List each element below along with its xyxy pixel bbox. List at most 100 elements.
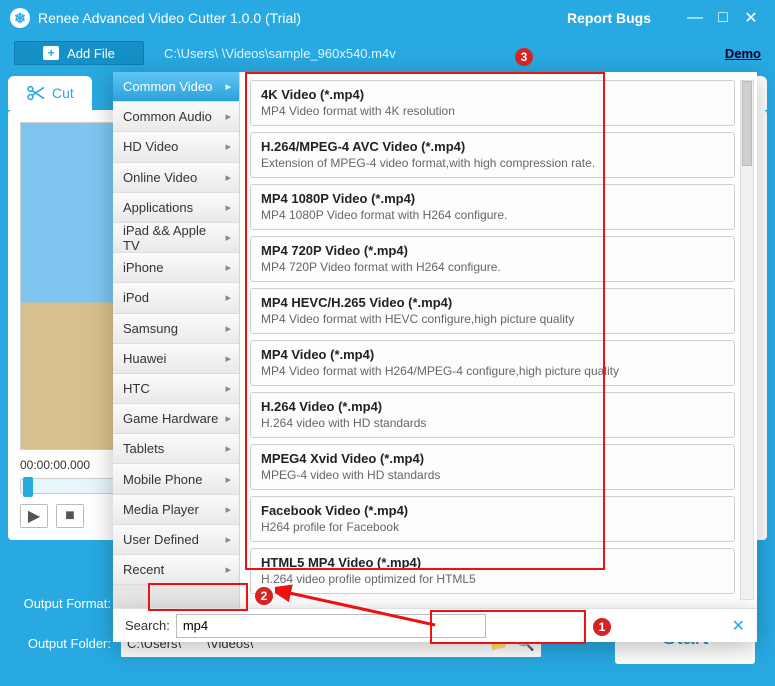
chevron-right-icon: ▸ — [225, 352, 231, 365]
format-category-label: Media Player — [123, 502, 199, 517]
format-item-title: MP4 Video (*.mp4) — [261, 347, 724, 362]
output-format-label: Output Format: — [16, 596, 111, 611]
format-item[interactable]: H.264/MPEG-4 AVC Video (*.mp4) Extension … — [250, 132, 735, 178]
format-scrollbar[interactable] — [740, 80, 754, 600]
format-category-item[interactable]: iPod▸ — [113, 283, 239, 313]
format-category-item[interactable]: Recent▸ — [113, 555, 239, 585]
format-category-item[interactable]: Game Hardware ▸ — [113, 404, 239, 434]
format-item-title: H.264/MPEG-4 AVC Video (*.mp4) — [261, 139, 724, 154]
close-button[interactable]: ✕ — [737, 8, 765, 28]
chevron-right-icon: ▸ — [225, 442, 231, 455]
format-item-desc: MPEG-4 video with HD standards — [261, 468, 724, 483]
search-input[interactable] — [176, 614, 486, 638]
format-item-desc: H264 profile for Facebook — [261, 520, 724, 535]
format-category-label: Applications — [123, 200, 193, 215]
format-results-panel: 4K Video (*.mp4) MP4 Video format with 4K… — [240, 72, 757, 608]
format-category-item[interactable]: User Defined▸ — [113, 525, 239, 555]
format-category-label: Mobile Phone — [123, 472, 203, 487]
format-category-item[interactable]: Applications ▸ — [113, 193, 239, 223]
play-button-left[interactable]: ▶ — [20, 504, 48, 528]
format-category-label: Recent — [123, 562, 164, 577]
format-category-item[interactable]: Common Video ▸ — [113, 72, 239, 102]
format-category-item[interactable]: Huawei▸ — [113, 344, 239, 374]
toolbar: + Add File C:\Users\ \Videos\sample_960x… — [0, 36, 775, 70]
format-item[interactable]: MP4 720P Video (*.mp4)MP4 720P Video for… — [250, 236, 735, 282]
format-category-label: Common Audio — [123, 109, 212, 124]
format-category-item[interactable]: Media Player ▸ — [113, 495, 239, 525]
current-file-path: C:\Users\ \Videos\sample_960x540.m4v — [164, 46, 396, 61]
maximize-button[interactable]: □ — [709, 9, 737, 27]
chevron-right-icon: ▸ — [225, 503, 231, 516]
format-category-item[interactable]: HD Video▸ — [113, 132, 239, 162]
format-item[interactable]: MPEG4 Xvid Video (*.mp4) MPEG-4 video wit… — [250, 444, 735, 490]
format-category-item[interactable]: Mobile Phone ▸ — [113, 464, 239, 494]
format-item-title: 4K Video (*.mp4) — [261, 87, 724, 102]
format-item-title: MPEG4 Xvid Video (*.mp4) — [261, 451, 724, 466]
format-category-item[interactable]: Online Video ▸ — [113, 163, 239, 193]
add-file-label: Add File — [67, 46, 115, 61]
format-category-label: iPad && Apple TV — [123, 223, 225, 253]
format-category-label: HTC — [123, 381, 150, 396]
format-category-item[interactable]: Samsung ▸ — [113, 314, 239, 344]
format-dropdown: Common Video▸Common Audio▸HD Video▸Onlin… — [113, 72, 757, 642]
format-category-label: Common Video — [123, 79, 212, 94]
format-item[interactable]: HTML5 MP4 Video (*.mp4)H.264 video profi… — [250, 548, 735, 594]
format-item-desc: Extension of MPEG-4 video format,with hi… — [261, 156, 724, 171]
format-item[interactable]: H.264 Video (*.mp4) H.264 video with HD s… — [250, 392, 735, 438]
format-category-label: Online Video — [123, 170, 197, 185]
chevron-right-icon: ▸ — [225, 140, 231, 153]
tab-cut-label: Cut — [52, 85, 74, 101]
chevron-right-icon: ▸ — [225, 473, 231, 486]
format-item[interactable]: 4K Video (*.mp4) MP4 Video format with 4K… — [250, 80, 735, 126]
chevron-right-icon: ▸ — [225, 291, 231, 304]
format-item[interactable]: Facebook Video (*.mp4) H264 profile for F… — [250, 496, 735, 542]
format-category-label: Game Hardware — [123, 411, 218, 426]
format-item-title: Facebook Video (*.mp4) — [261, 503, 724, 518]
format-category-item[interactable]: iPad && Apple TV▸ — [113, 223, 239, 253]
scrollbar-thumb[interactable] — [742, 81, 752, 166]
format-item-desc: H.264 video profile optimized for HTML5 — [261, 572, 724, 587]
chevron-right-icon: ▸ — [225, 382, 231, 395]
preview-left-time: 00:00:00.000 — [20, 458, 90, 472]
minimize-button[interactable]: — — [681, 9, 709, 27]
app-logo-icon: ❄ — [10, 8, 30, 28]
scissors-icon — [26, 85, 46, 101]
format-item[interactable]: MP4 HEVC/H.265 Video (*.mp4)MP4 Video fo… — [250, 288, 735, 334]
format-category-label: Samsung — [123, 321, 178, 336]
close-icon[interactable]: ✕ — [732, 616, 745, 636]
format-category-item[interactable]: iPhone▸ — [113, 253, 239, 283]
format-category-item[interactable]: Common Audio▸ — [113, 102, 239, 132]
chevron-right-icon: ▸ — [225, 201, 231, 214]
title-bar: ❄ Renee Advanced Video Cutter 1.0.0 (Tri… — [0, 0, 775, 36]
format-category-label: User Defined — [123, 532, 199, 547]
format-item-desc: MP4 1080P Video format with H264 configu… — [261, 208, 724, 223]
format-item-title: H.264 Video (*.mp4) — [261, 399, 724, 414]
format-category-label: Tablets — [123, 441, 164, 456]
format-item[interactable]: MP4 Video (*.mp4) MP4 Video format with H… — [250, 340, 735, 386]
format-category-label: iPhone — [123, 260, 163, 275]
format-category-item[interactable]: Tablets ▸ — [113, 434, 239, 464]
format-search-bar: Search: ✕ — [113, 608, 757, 642]
add-file-button[interactable]: + Add File — [14, 41, 144, 65]
chevron-right-icon: ▸ — [225, 171, 231, 184]
format-category-list: Common Video▸Common Audio▸HD Video▸Onlin… — [113, 72, 240, 608]
chevron-right-icon: ▸ — [225, 412, 231, 425]
format-category-item[interactable]: HTC ▸ — [113, 374, 239, 404]
format-item-desc: MP4 Video format with H264/MPEG-4 config… — [261, 364, 724, 379]
format-item-desc: MP4 Video format with HEVC configure,hig… — [261, 312, 724, 327]
report-bugs-link[interactable]: Report Bugs — [567, 10, 651, 26]
format-item-title: MP4 1080P Video (*.mp4) — [261, 191, 724, 206]
tab-cut[interactable]: Cut — [8, 76, 92, 110]
chevron-right-icon: ▸ — [225, 231, 231, 244]
stop-button-left[interactable]: ■ — [56, 504, 84, 528]
format-item-desc: MP4 Video format with 4K resolution — [261, 104, 724, 119]
chevron-right-icon: ▸ — [225, 322, 231, 335]
output-folder-label: Output Folder: — [16, 636, 111, 651]
chevron-right-icon: ▸ — [225, 80, 231, 93]
format-item-title: MP4 720P Video (*.mp4) — [261, 243, 724, 258]
plus-icon: + — [43, 46, 59, 60]
format-item[interactable]: MP4 1080P Video (*.mp4) MP4 1080P Video f… — [250, 184, 735, 230]
search-label: Search: — [125, 618, 170, 633]
format-item-desc: H.264 video with HD standards — [261, 416, 724, 431]
demo-link[interactable]: Demo — [725, 46, 761, 61]
